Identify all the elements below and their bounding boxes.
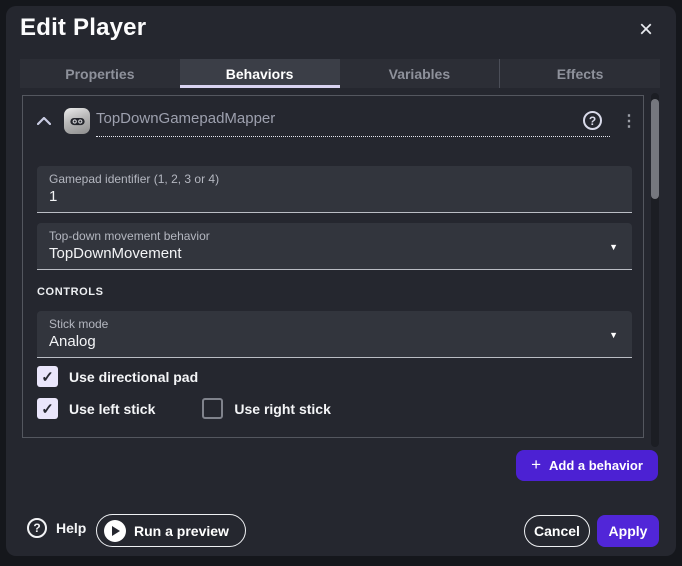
tab-properties[interactable]: Properties	[20, 59, 180, 88]
check-icon: ✓	[41, 368, 54, 386]
tab-label: Behaviors	[226, 66, 294, 82]
add-behavior-button[interactable]: + Add a behavior	[516, 450, 658, 481]
close-icon[interactable]: ×	[628, 12, 664, 48]
tab-label: Variables	[389, 66, 451, 82]
help-button[interactable]: ? Help	[27, 518, 86, 538]
tab-variables[interactable]: Variables	[340, 59, 500, 88]
checkbox-label: Use right stick	[234, 401, 330, 417]
checkbox-use-right-stick[interactable]	[202, 398, 223, 419]
tab-label: Properties	[65, 66, 134, 82]
chevron-down-icon: ▼	[609, 330, 618, 340]
field-label: Top-down movement behavior	[49, 229, 210, 243]
active-tab-underline	[180, 85, 340, 88]
field-label: Stick mode	[49, 317, 108, 331]
app-backdrop: Edit Player × Properties Behaviors Varia…	[0, 0, 682, 566]
behaviors-scroll-area: TopDownGamepadMapper ? ⋮ Gamepad identif…	[22, 95, 644, 438]
right-stick-group: Use right stick	[202, 398, 330, 419]
field-value: Analog	[49, 333, 96, 350]
edit-player-dialog: Edit Player × Properties Behaviors Varia…	[6, 6, 676, 556]
behavior-name: TopDownGamepadMapper	[96, 110, 275, 127]
scrollbar-track[interactable]	[651, 93, 659, 447]
directional-pad-row: ✓ Use directional pad	[37, 366, 198, 387]
left-stick-group: ✓ Use left stick	[37, 398, 155, 419]
controls-section-label: CONTROLS	[37, 286, 104, 298]
movement-behavior-select[interactable]: Top-down movement behavior TopDownMoveme…	[37, 223, 632, 270]
button-label: Run a preview	[134, 523, 229, 539]
button-label: Cancel	[534, 523, 580, 539]
checkbox-label: Use directional pad	[69, 369, 198, 385]
behavior-name-field[interactable]: TopDownGamepadMapper	[96, 110, 610, 137]
tab-effects[interactable]: Effects	[499, 59, 660, 88]
play-icon	[104, 520, 126, 542]
stick-mode-select[interactable]: Stick mode Analog ▼	[37, 311, 632, 358]
checkbox-use-directional-pad[interactable]: ✓	[37, 366, 58, 387]
checkbox-label: Use left stick	[69, 401, 155, 417]
button-label: Add a behavior	[549, 458, 643, 473]
field-label: Gamepad identifier (1, 2, 3 or 4)	[49, 172, 219, 186]
run-preview-button[interactable]: Run a preview	[96, 514, 246, 547]
scrollbar-thumb[interactable]	[651, 99, 659, 199]
gamepad-behavior-icon	[64, 108, 90, 134]
cancel-button[interactable]: Cancel	[524, 515, 590, 547]
stick-checkbox-row: ✓ Use left stick Use right stick	[37, 398, 331, 419]
tab-label: Effects	[557, 66, 604, 82]
behavior-help-icon[interactable]: ?	[583, 111, 602, 130]
field-value: TopDownMovement	[49, 245, 182, 262]
field-value: 1	[49, 188, 57, 205]
question-mark: ?	[33, 521, 40, 535]
help-label: Help	[56, 520, 86, 536]
button-label: Apply	[609, 523, 648, 539]
chevron-down-icon: ▼	[609, 242, 618, 252]
collapse-chevron-up-icon[interactable]	[33, 110, 55, 132]
tab-bar: Properties Behaviors Variables Effects	[20, 59, 660, 88]
plus-icon: +	[531, 455, 541, 475]
help-icon: ?	[27, 518, 47, 538]
question-mark: ?	[589, 114, 596, 128]
gamepad-identifier-field[interactable]: Gamepad identifier (1, 2, 3 or 4) 1	[37, 166, 632, 213]
check-icon: ✓	[41, 400, 54, 418]
checkbox-use-left-stick[interactable]: ✓	[37, 398, 58, 419]
tab-behaviors[interactable]: Behaviors	[180, 59, 340, 88]
apply-button[interactable]: Apply	[597, 515, 659, 547]
behavior-menu-icon[interactable]: ⋮	[618, 109, 640, 133]
dialog-title: Edit Player	[20, 14, 146, 42]
